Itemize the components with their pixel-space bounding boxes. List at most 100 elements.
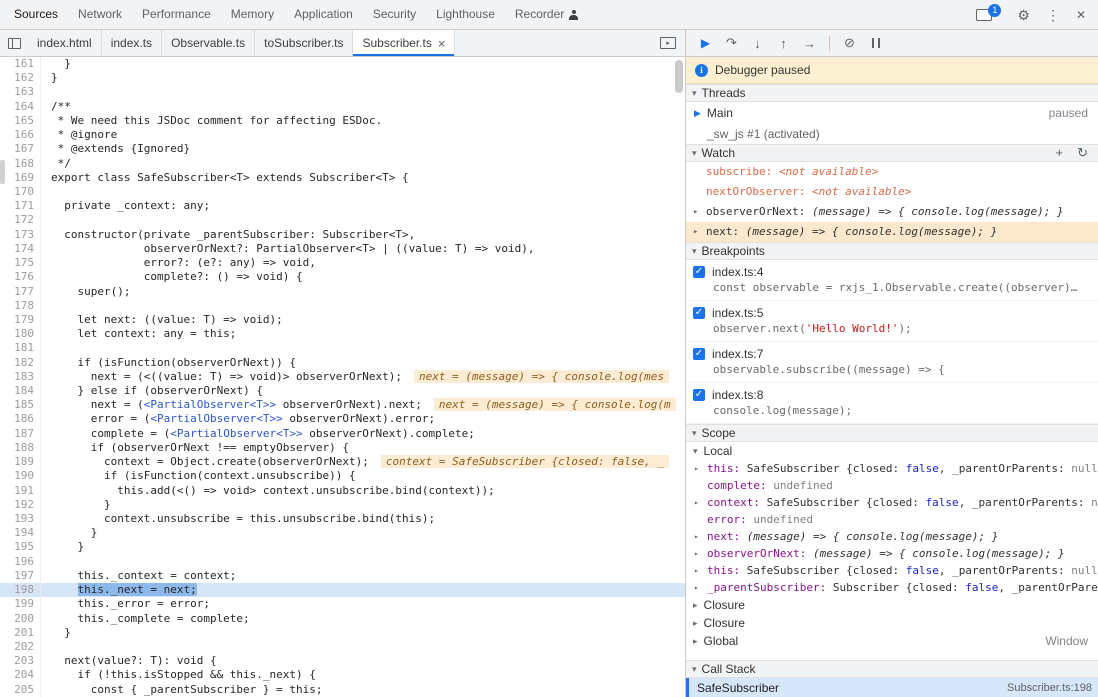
code-text[interactable]: if (isFunction(observerOrNext)) {: [41, 356, 685, 370]
code-text[interactable]: }: [41, 498, 685, 512]
scope-entry[interactable]: ▸_parentSubscriber: Subscriber {closed: …: [686, 579, 1098, 596]
threads-section-header[interactable]: ▾ Threads: [686, 84, 1098, 102]
close-icon[interactable]: ✕: [1076, 9, 1086, 21]
code-text[interactable]: if (isFunction(context.unsubscribe)) {: [41, 469, 685, 483]
line-number[interactable]: 168: [0, 157, 41, 171]
panel-tab-security[interactable]: Security: [363, 0, 426, 29]
step-over-icon[interactable]: ↷: [720, 35, 743, 51]
code-text[interactable]: if (!this.isStopped && this._next) {: [41, 668, 685, 682]
line-number[interactable]: 161: [0, 57, 41, 71]
line-number[interactable]: 205: [0, 683, 41, 697]
code-text[interactable]: this._error = error;: [41, 597, 685, 611]
scope-group-local[interactable]: ▾Local: [686, 442, 1098, 460]
thread-row[interactable]: _sw_js #1 (activated): [686, 124, 1098, 144]
line-number[interactable]: 181: [0, 341, 41, 355]
panel-tab-sources[interactable]: Sources: [4, 0, 68, 29]
line-number[interactable]: 184: [0, 384, 41, 398]
line-number[interactable]: 200: [0, 612, 41, 626]
scope-group-closure[interactable]: ▸Closure: [686, 614, 1098, 632]
scope-entry[interactable]: complete: undefined: [686, 477, 1098, 494]
code-text[interactable]: super();: [41, 285, 685, 299]
line-number[interactable]: 188: [0, 441, 41, 455]
line-number[interactable]: 189: [0, 455, 41, 469]
deactivate-breakpoints-icon[interactable]: ⊘: [838, 35, 861, 51]
line-number[interactable]: 192: [0, 498, 41, 512]
code-text[interactable]: const { _parentSubscriber } = this;: [41, 683, 685, 697]
scope-entry[interactable]: ▸context: SafeSubscriber {closed: false,…: [686, 494, 1098, 511]
pause-on-exceptions-icon[interactable]: [864, 36, 887, 51]
caret-right-icon[interactable]: ▸: [694, 460, 699, 477]
code-text[interactable]: complete?: () => void) {: [41, 270, 685, 284]
line-number[interactable]: 174: [0, 242, 41, 256]
breakpoint-checkbox[interactable]: ✓: [693, 307, 705, 319]
line-number[interactable]: 180: [0, 327, 41, 341]
line-number[interactable]: 164: [0, 100, 41, 114]
panel-expand-icon[interactable]: ▸: [660, 37, 676, 49]
breakpoint-checkbox[interactable]: ✓: [693, 266, 705, 278]
code-text[interactable]: }: [41, 71, 685, 85]
more-menu-icon[interactable]: ⋮: [1046, 8, 1060, 22]
line-number[interactable]: 194: [0, 526, 41, 540]
code-text[interactable]: [41, 341, 685, 355]
breakpoint-item[interactable]: ✓index.ts:4const observable = rxjs_1.Obs…: [686, 260, 1098, 301]
line-number[interactable]: 166: [0, 128, 41, 142]
line-number[interactable]: 162: [0, 71, 41, 85]
refresh-watches-icon[interactable]: ↻: [1077, 145, 1088, 161]
code-text[interactable]: error?: (e?: any) => void,: [41, 256, 685, 270]
line-number[interactable]: 182: [0, 356, 41, 370]
scope-entry[interactable]: ▸next: (message) => { console.log(messag…: [686, 528, 1098, 545]
add-watch-icon[interactable]: +: [1056, 145, 1064, 161]
panel-tab-network[interactable]: Network: [68, 0, 132, 29]
code-text[interactable]: }: [41, 540, 685, 554]
callstack-section-header[interactable]: ▾ Call Stack: [686, 660, 1098, 678]
editor-scrollbar[interactable]: [675, 58, 684, 696]
code-text[interactable]: this.add(<() => void> context.unsubscrib…: [41, 484, 685, 498]
code-text[interactable]: [41, 555, 685, 569]
scrollbar-thumb[interactable]: [675, 60, 683, 93]
scope-section-header[interactable]: ▾ Scope: [686, 424, 1098, 442]
breakpoint-item[interactable]: ✓index.ts:5observer.next('Hello World!')…: [686, 301, 1098, 342]
code-text[interactable]: [41, 185, 685, 199]
caret-right-icon[interactable]: ▸: [694, 528, 699, 545]
line-number[interactable]: 171: [0, 199, 41, 213]
scope-group-closure[interactable]: ▸Closure: [686, 596, 1098, 614]
code-text[interactable]: }: [41, 57, 685, 71]
line-number[interactable]: 163: [0, 85, 41, 99]
code-text[interactable]: * @ignore: [41, 128, 685, 142]
code-text[interactable]: observerOrNext?: PartialObserver<T> | ((…: [41, 242, 685, 256]
breakpoint-checkbox[interactable]: ✓: [693, 348, 705, 360]
code-text[interactable]: * We need this JSDoc comment for affecti…: [41, 114, 685, 128]
line-number[interactable]: 165: [0, 114, 41, 128]
code-text[interactable]: constructor(private _parentSubscriber: S…: [41, 228, 685, 242]
panel-tab-lighthouse[interactable]: Lighthouse: [426, 0, 505, 29]
watch-row[interactable]: ▸observerOrNext: (message) => { console.…: [686, 202, 1098, 222]
line-number[interactable]: 179: [0, 313, 41, 327]
panel-tab-application[interactable]: Application: [284, 0, 363, 29]
breakpoint-checkbox[interactable]: ✓: [693, 389, 705, 401]
breakpoints-section-header[interactable]: ▾ Breakpoints: [686, 242, 1098, 260]
code-text[interactable]: this._complete = complete;: [41, 612, 685, 626]
scope-group-global[interactable]: ▸GlobalWindow: [686, 632, 1098, 650]
resume-icon[interactable]: ▶: [694, 36, 717, 50]
code-text[interactable]: let context: any = this;: [41, 327, 685, 341]
code-text[interactable]: */: [41, 157, 685, 171]
line-number[interactable]: 173: [0, 228, 41, 242]
file-tab-tosubscriber.ts[interactable]: toSubscriber.ts: [255, 30, 353, 56]
code-text[interactable]: context.unsubscribe = this.unsubscribe.b…: [41, 512, 685, 526]
line-number[interactable]: 175: [0, 256, 41, 270]
code-text[interactable]: * @extends {Ignored}: [41, 142, 685, 156]
watch-row[interactable]: ▸next: (message) => { console.log(messag…: [686, 222, 1098, 242]
line-number[interactable]: 177: [0, 285, 41, 299]
code-text[interactable]: /**: [41, 100, 685, 114]
gear-icon[interactable]: ⚙: [1017, 8, 1030, 22]
line-number[interactable]: 183: [0, 370, 41, 384]
code-text[interactable]: this._next = next;: [41, 583, 685, 597]
code-text[interactable]: [41, 299, 685, 313]
file-tab-observable.ts[interactable]: Observable.ts: [162, 30, 255, 56]
code-text[interactable]: next = (<PartialObserver<T>> observerOrN…: [41, 398, 685, 412]
line-number[interactable]: 201: [0, 626, 41, 640]
watch-row[interactable]: subscribe: <not available>: [686, 162, 1098, 182]
line-number[interactable]: 196: [0, 555, 41, 569]
line-number[interactable]: 178: [0, 299, 41, 313]
code-text[interactable]: export class SafeSubscriber<T> extends S…: [41, 171, 685, 185]
